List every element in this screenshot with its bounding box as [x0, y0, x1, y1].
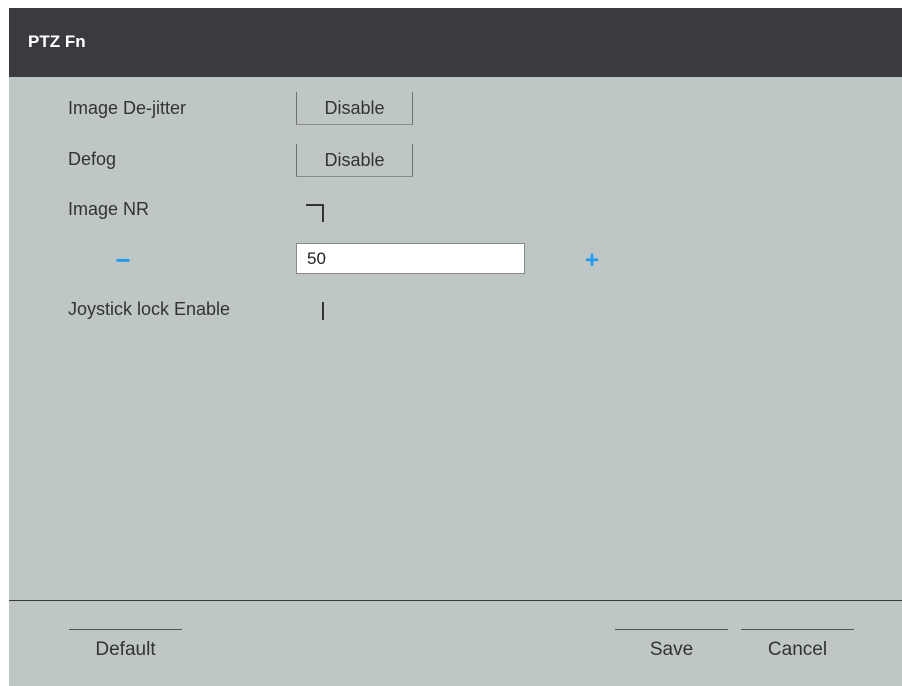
image-dejitter-label: Image De-jitter — [68, 98, 187, 118]
ptz-fn-dialog: PTZ Fn Image De-jitter Disable Defog Dis… — [9, 8, 902, 686]
default-button[interactable]: Default — [69, 629, 182, 665]
dialog-titlebar: PTZ Fn — [9, 8, 902, 77]
cancel-button-label: Cancel — [767, 639, 828, 660]
save-button[interactable]: Save — [615, 629, 728, 665]
save-button-label: Save — [649, 639, 694, 660]
image-nr-label: Image NR — [68, 199, 150, 219]
footer-divider — [9, 600, 902, 601]
defog-toggle[interactable]: Disable — [296, 144, 413, 177]
increase-button[interactable]: + — [582, 247, 602, 275]
defog-label: Defog — [68, 149, 117, 169]
dialog-title: PTZ Fn — [28, 32, 86, 51]
cancel-button[interactable]: Cancel — [741, 629, 854, 665]
nr-level-input[interactable]: 50 — [296, 243, 525, 274]
image-nr-checkbox[interactable] — [306, 204, 324, 222]
joystick-lock-label: Joystick lock Enable — [68, 299, 231, 319]
joystick-lock-toggle[interactable] — [322, 302, 324, 320]
default-button-label: Default — [95, 639, 156, 660]
decrease-button[interactable]: − — [113, 245, 133, 276]
image-dejitter-toggle[interactable]: Disable — [296, 92, 413, 125]
